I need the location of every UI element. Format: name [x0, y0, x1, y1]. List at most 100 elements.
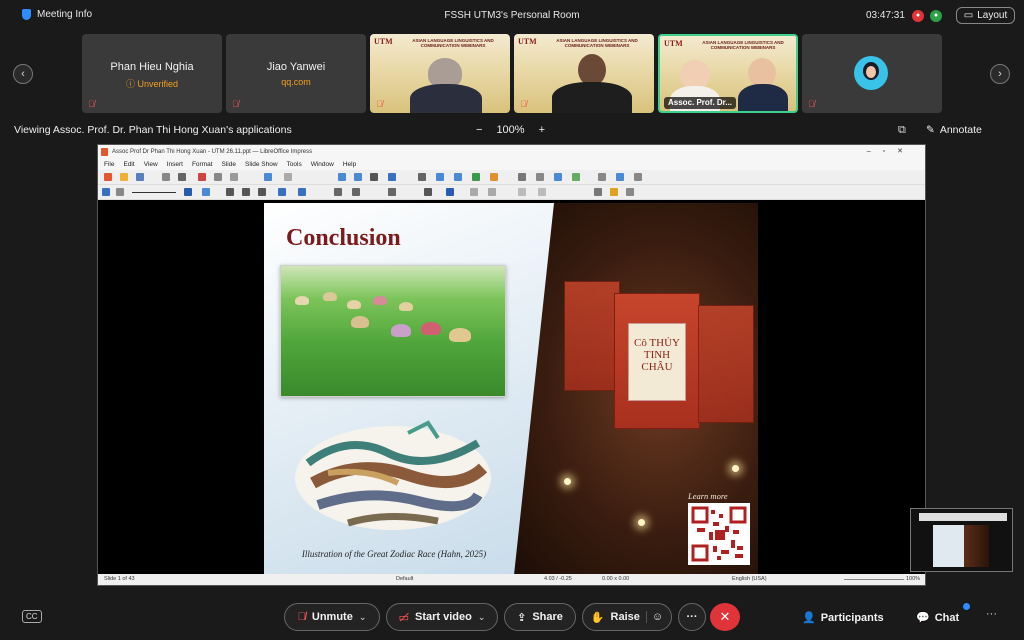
menu-format[interactable]: Format: [192, 159, 213, 170]
participant-domain: qq.com: [281, 77, 311, 87]
hand-icon: ✋: [590, 611, 605, 624]
unverified-badge: ⓘ Unverified: [125, 79, 179, 89]
reactions-icon[interactable]: ☺: [645, 611, 663, 623]
status-zoom: 100%: [906, 576, 921, 582]
top-bar: Meeting Info FSSH UTM3's Personal Room 0…: [0, 0, 1024, 32]
start-video-label: Start video: [415, 611, 472, 623]
meeting-clock: 03:47:31: [866, 10, 905, 21]
participant-name: Phan Hieu Nghia: [110, 61, 194, 73]
illustration-caption: Illustration of the Great Zodiac Race (H…: [301, 549, 487, 559]
mic-off-icon: 🎙̸: [232, 99, 239, 109]
status-slide-number: Slide 1 of 43: [104, 576, 135, 582]
menu-tools[interactable]: Tools: [287, 159, 302, 170]
menu-window[interactable]: Window: [311, 159, 334, 170]
share-button[interactable]: ⇪ Share: [504, 603, 576, 631]
chat-notification-dot: [963, 603, 970, 610]
status-layout: Default: [396, 576, 414, 582]
drawing-toolbar[interactable]: [98, 185, 925, 200]
menu-help[interactable]: Help: [343, 159, 356, 170]
zoom-in-button[interactable]: +: [539, 124, 545, 136]
impress-menu-bar: File Edit View Insert Format Slide Slide…: [98, 159, 925, 170]
end-meeting-button[interactable]: ✕: [710, 603, 740, 631]
menu-file[interactable]: File: [104, 159, 114, 170]
menu-edit[interactable]: Edit: [123, 159, 134, 170]
menu-view[interactable]: View: [144, 159, 158, 170]
menu-slide[interactable]: Slide: [222, 159, 236, 170]
recording-icon[interactable]: ●: [912, 10, 924, 22]
more-icon: ···: [686, 611, 698, 623]
raise-label: Raise: [610, 611, 640, 623]
pen-icon: ✎: [926, 124, 935, 136]
unmute-label: Unmute: [311, 611, 353, 623]
raise-hand-button[interactable]: ✋ Raise ☺: [582, 603, 672, 631]
gallery-prev-button[interactable]: ‹: [13, 64, 33, 84]
webinar-banner: UTM ASIAN LANGUAGE LINGUISTICS AND COMMU…: [374, 37, 494, 48]
mic-off-icon: 🎙̸: [520, 99, 527, 109]
box-title-text: Cô THỦY TINH CHÂU: [634, 337, 680, 373]
viewing-label: Viewing Assoc. Prof. Dr. Phan Thi Hong X…: [14, 124, 292, 136]
slide-title: Conclusion: [286, 225, 401, 251]
chat-label: Chat: [934, 611, 960, 624]
zoom-level: 100%: [496, 124, 525, 136]
video-tile-speaker-1[interactable]: UTM ASIAN LANGUAGE LINGUISTICS AND COMMU…: [370, 34, 510, 113]
gallery-next-button[interactable]: ›: [990, 64, 1010, 84]
impress-window-title: Assoc Prof Dr Phan Thi Hong Xuan - UTM 2…: [112, 149, 313, 155]
window-controls[interactable]: –▫✕: [867, 145, 915, 159]
chevron-down-icon[interactable]: ⌄: [359, 612, 367, 623]
share-zoom-controls: − 100% +: [476, 124, 545, 136]
presentation-slide: Cô THỦY TINH CHÂU Conclusion Illustratio…: [264, 203, 758, 575]
book-box: [564, 281, 620, 391]
status-position: 4.03 / -0.25: [544, 576, 572, 582]
impress-status-bar: Slide 1 of 43 Default 4.03 / -0.25 0.00 …: [98, 574, 925, 585]
chat-icon: 💬: [916, 612, 930, 624]
status-size: 0.00 x 0.00: [602, 576, 630, 582]
participants-icon: 👤: [802, 612, 816, 624]
participants-label: Participants: [820, 611, 884, 624]
mic-off-icon: 🎙̸: [376, 99, 383, 109]
layout-button[interactable]: ▭ Layout: [956, 7, 1015, 24]
book-box-front: Cô THỦY TINH CHÂU: [614, 293, 700, 429]
webinar-banner: UTM ASIAN LANGUAGE LINGUISTICS AND COMMU…: [664, 39, 784, 50]
menu-insert[interactable]: Insert: [167, 159, 183, 170]
encryption-icon[interactable]: ●: [930, 10, 942, 22]
chat-button[interactable]: 💬 Chat: [916, 611, 960, 625]
active-speaker-label: Assoc. Prof. Dr...: [664, 97, 737, 109]
zoom-out-button[interactable]: −: [476, 124, 482, 136]
request-control-icon[interactable]: ⧉: [898, 124, 906, 137]
participants-button[interactable]: 👤 Participants: [802, 611, 884, 625]
standard-toolbar[interactable]: [98, 170, 925, 185]
menu-slide-show[interactable]: Slide Show: [245, 159, 278, 170]
captions-button[interactable]: CC: [22, 610, 42, 623]
start-video-button[interactable]: ▭̸ Start video ⌄: [386, 603, 498, 631]
annotate-label: Annotate: [939, 124, 982, 136]
layout-label: Layout: [977, 10, 1008, 21]
video-tile-speaker-2[interactable]: UTM ASIAN LANGUAGE LINGUISTICS AND COMMU…: [514, 34, 654, 113]
mic-off-icon: 🎙̸: [808, 99, 815, 109]
participant-name: Jiao Yanwei: [266, 61, 326, 73]
annotate-button[interactable]: ✎ Annotate: [926, 124, 982, 136]
status-language: English (USA): [732, 576, 767, 582]
rice-field-photo: [280, 265, 506, 397]
video-off-icon: ▭̸: [398, 611, 409, 624]
share-label: Share: [532, 611, 563, 623]
zodiac-illustration: [295, 420, 491, 530]
overflow-menu-button[interactable]: ···: [986, 608, 997, 620]
learn-more-label: Learn more: [688, 491, 728, 501]
avatar: [854, 56, 888, 90]
participant-tile-phan-hieu-nghia[interactable]: Phan Hieu Nghia ⓘ Unverified 🎙̸: [82, 34, 222, 113]
unmute-button[interactable]: 🎙̸ Unmute ⌄: [284, 603, 380, 631]
video-tile-active-speaker[interactable]: UTM ASIAN LANGUAGE LINGUISTICS AND COMMU…: [658, 34, 798, 113]
impress-title-bar: Assoc Prof Dr Phan Thi Hong Xuan - UTM 2…: [98, 145, 925, 159]
zoom-slider[interactable]: [844, 579, 904, 580]
self-view-thumbnail[interactable]: [910, 508, 1013, 572]
mic-off-icon: 🎙̸: [88, 99, 95, 109]
layout-icon: ▭: [963, 10, 974, 21]
participant-tile-avatar[interactable]: 🎙̸: [802, 34, 942, 113]
impress-app-icon: [101, 148, 108, 156]
participant-tile-jiao-yanwei[interactable]: Jiao Yanwei qq.com 🎙̸: [226, 34, 366, 113]
shared-screen[interactable]: Assoc Prof Dr Phan Thi Hong Xuan - UTM 2…: [97, 144, 926, 586]
book-box: [698, 305, 754, 423]
qr-code: [688, 503, 750, 565]
more-options-button[interactable]: ···: [678, 603, 706, 631]
chevron-down-icon[interactable]: ⌄: [478, 612, 486, 623]
